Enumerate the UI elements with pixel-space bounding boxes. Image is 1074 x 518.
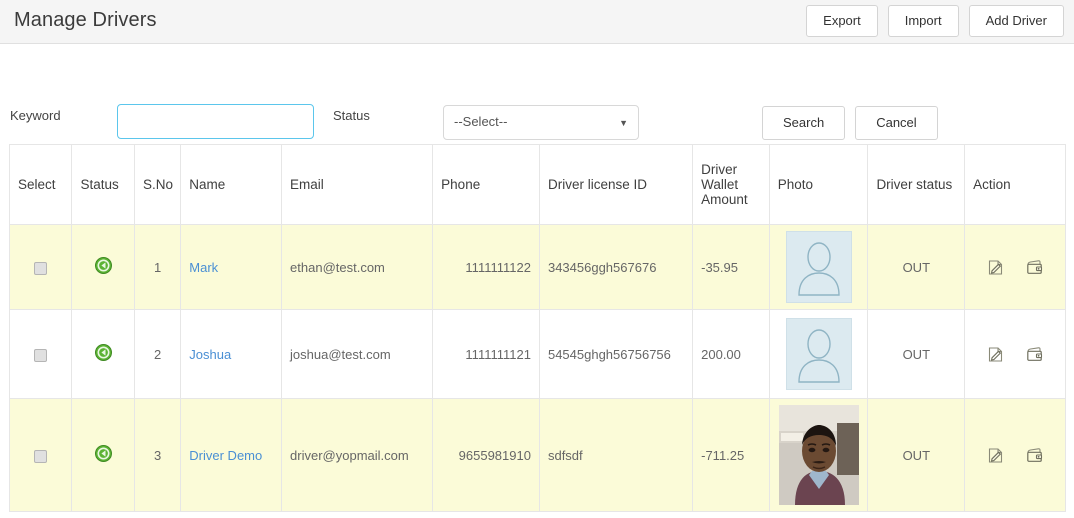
row-photo-cell bbox=[768, 309, 869, 399]
driver-photo bbox=[778, 405, 859, 505]
add-driver-button[interactable]: Add Driver bbox=[968, 5, 1064, 37]
driver-name-link[interactable]: Driver Demo bbox=[189, 448, 262, 463]
green-back-arrow-icon[interactable] bbox=[94, 344, 112, 361]
row-email: joshua@test.com bbox=[281, 309, 434, 399]
row-license: 343456ggh567676 bbox=[538, 224, 694, 310]
table-body: 1 Mark ethan@test.com 1111111122 343456g… bbox=[8, 224, 1066, 512]
row-driver-status: OUT bbox=[867, 224, 966, 310]
wallet-icon[interactable] bbox=[1026, 447, 1043, 464]
wallet-icon[interactable] bbox=[1026, 259, 1043, 276]
header-action-buttons: Export Import Add Driver bbox=[806, 5, 1064, 37]
row-checkbox[interactable] bbox=[34, 449, 48, 463]
row-phone: 1111111121 bbox=[432, 309, 540, 399]
status-select-value: --Select-- bbox=[454, 114, 508, 129]
column-header-status: Status bbox=[71, 144, 135, 225]
row-name-cell: Joshua bbox=[180, 309, 283, 399]
row-phone: 9655981910 bbox=[432, 398, 540, 512]
table-header: Select Status S.No Name Email Phone Driv… bbox=[8, 144, 1066, 225]
row-status-cell bbox=[71, 398, 135, 512]
row-status-cell bbox=[71, 224, 135, 310]
drivers-table: Select Status S.No Name Email Phone Driv… bbox=[8, 144, 1066, 512]
row-email: ethan@test.com bbox=[281, 224, 434, 310]
row-wallet: -711.25 bbox=[692, 398, 770, 512]
row-email: driver@yopmail.com bbox=[281, 398, 434, 512]
status-select[interactable]: --Select-- ▼ bbox=[443, 105, 639, 140]
row-photo-cell bbox=[768, 398, 869, 512]
column-header-select: Select bbox=[8, 144, 73, 225]
search-button[interactable]: Search bbox=[762, 106, 846, 140]
column-header-wallet: Driver Wallet Amount bbox=[692, 144, 770, 225]
row-wallet: 200.00 bbox=[692, 309, 770, 399]
row-action-cell bbox=[964, 224, 1066, 310]
chevron-down-icon: ▼ bbox=[619, 117, 628, 128]
edit-icon[interactable] bbox=[987, 346, 1004, 363]
row-sno: 1 bbox=[133, 224, 182, 310]
drivers-table-container: Select Status S.No Name Email Phone Driv… bbox=[8, 144, 1066, 512]
row-select-cell bbox=[8, 309, 73, 399]
table-row: 2 Joshua joshua@test.com 1111111121 5454… bbox=[8, 309, 1066, 399]
column-header-action: Action bbox=[964, 144, 1066, 225]
driver-name-link[interactable]: Mark bbox=[189, 260, 218, 275]
row-driver-status: OUT bbox=[867, 309, 966, 399]
row-checkbox[interactable] bbox=[34, 348, 48, 362]
row-photo-cell bbox=[768, 224, 869, 310]
row-checkbox[interactable] bbox=[34, 261, 48, 275]
row-sno: 2 bbox=[133, 309, 182, 399]
search-input[interactable] bbox=[117, 104, 314, 139]
page-title: Manage Drivers bbox=[14, 9, 157, 31]
row-select-cell bbox=[8, 398, 73, 512]
export-button[interactable]: Export bbox=[806, 5, 878, 37]
column-header-email: Email bbox=[281, 144, 434, 225]
row-status-cell bbox=[71, 309, 135, 399]
row-select-cell bbox=[8, 224, 73, 310]
cancel-button[interactable]: Cancel bbox=[855, 106, 938, 140]
status-label: Status bbox=[333, 108, 370, 123]
row-action-cell bbox=[964, 398, 1066, 512]
table-row: 3 Driver Demo driver@yopmail.com 9655981… bbox=[8, 398, 1066, 512]
column-header-phone: Phone bbox=[432, 144, 540, 225]
row-name-cell: Mark bbox=[180, 224, 283, 310]
row-driver-status: OUT bbox=[867, 398, 966, 512]
row-phone: 1111111122 bbox=[432, 224, 540, 310]
wallet-icon[interactable] bbox=[1026, 346, 1043, 363]
edit-icon[interactable] bbox=[987, 259, 1004, 276]
green-back-arrow-icon[interactable] bbox=[94, 445, 112, 462]
row-wallet: -35.95 bbox=[692, 224, 770, 310]
status-select-group: --Select-- ▼ bbox=[443, 105, 639, 140]
column-header-photo: Photo bbox=[768, 144, 869, 225]
table-row: 1 Mark ethan@test.com 1111111122 343456g… bbox=[8, 224, 1066, 310]
avatar-placeholder-icon bbox=[785, 318, 852, 390]
row-action-cell bbox=[964, 309, 1066, 399]
edit-icon[interactable] bbox=[987, 447, 1004, 464]
row-name-cell: Driver Demo bbox=[180, 398, 283, 512]
green-back-arrow-icon[interactable] bbox=[94, 257, 112, 274]
filter-action-buttons: Search Cancel bbox=[762, 106, 938, 140]
column-header-driver-status: Driver status bbox=[867, 144, 966, 225]
column-header-sno: S.No bbox=[133, 144, 182, 225]
column-header-license: Driver license ID bbox=[538, 144, 694, 225]
filter-bar: Keyword Search by name, phone, email Sta… bbox=[0, 44, 1074, 158]
table-header-row: Select Status S.No Name Email Phone Driv… bbox=[8, 144, 1066, 225]
import-button[interactable]: Import bbox=[887, 5, 959, 37]
driver-name-link[interactable]: Joshua bbox=[189, 347, 231, 362]
column-header-name: Name bbox=[180, 144, 283, 225]
keyword-label: Keyword bbox=[10, 108, 61, 123]
page-header: Manage Drivers Export Import Add Driver bbox=[0, 0, 1074, 44]
row-license: sdfsdf bbox=[538, 398, 694, 512]
row-sno: 3 bbox=[133, 398, 182, 512]
row-license: 54545ghgh56756756 bbox=[538, 309, 694, 399]
avatar-placeholder-icon bbox=[785, 231, 852, 303]
